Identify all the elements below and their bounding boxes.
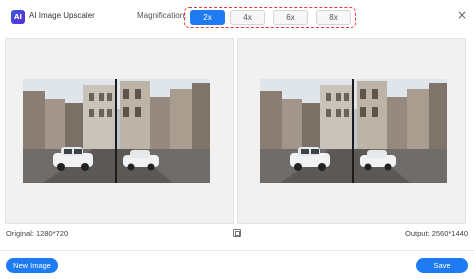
original-image[interactable] [23, 79, 210, 183]
magnification-6x-button[interactable]: 6x [273, 10, 308, 25]
output-preview-panel [237, 38, 466, 224]
output-image[interactable] [260, 79, 447, 183]
save-button[interactable]: Save [416, 258, 468, 273]
compare-toggle-icon[interactable] [233, 229, 241, 237]
magnification-2x-button[interactable]: 2x [190, 10, 225, 25]
magnification-8x-button[interactable]: 8x [316, 10, 351, 25]
app-title: AI Image Upscaler [29, 11, 95, 20]
close-icon[interactable]: × [456, 9, 468, 21]
original-preview-panel [5, 38, 234, 224]
new-image-button[interactable]: New Image [6, 258, 58, 273]
magnification-label: Magnification: [137, 11, 187, 20]
footer-divider [0, 250, 474, 251]
magnification-4x-button[interactable]: 4x [230, 10, 265, 25]
output-resolution-label: Output: 2560*1440 [405, 229, 468, 238]
app-logo-icon: AI [11, 10, 25, 24]
header-bar: AI AI Image Upscaler Magnification: 2x 4… [0, 0, 474, 36]
original-resolution-label: Original: 1280*720 [6, 229, 69, 238]
